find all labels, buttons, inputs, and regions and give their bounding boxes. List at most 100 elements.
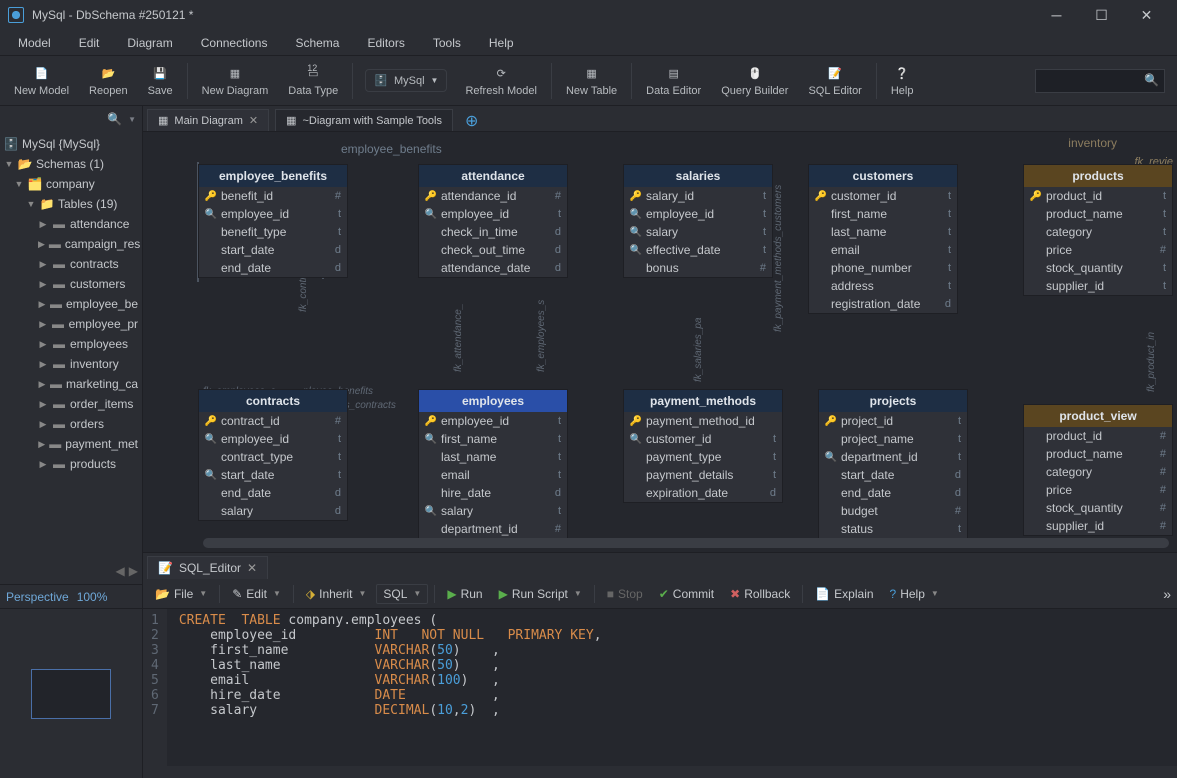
inherit-dropdown[interactable]: ⬗Inherit▼ [300,584,373,604]
table-customers[interactable]: customers 🔑 customer_id t first_name t l… [808,164,958,314]
code-area[interactable]: CREATE TABLE company.employees ( employe… [167,609,614,766]
scroll-right-icon[interactable]: ▶ [129,564,138,584]
menu-help[interactable]: Help [475,32,528,54]
more-icon[interactable]: » [1163,586,1171,602]
commit-button[interactable]: ✔Commit [653,584,720,604]
new-diagram-button[interactable]: ▦ New Diagram [192,63,279,99]
table-column[interactable]: 🔍 department_id t [819,448,967,466]
edit-dropdown[interactable]: ✎Edit▼ [226,584,287,604]
table-column[interactable]: product_name # [1024,445,1172,463]
sql-editor-button[interactable]: 📝 SQL Editor [798,63,871,99]
diagram-canvas[interactable]: employee_benefits inventory fk_revie [143,132,1177,552]
table-column[interactable]: 🔍 salary t [624,223,772,241]
add-tab-icon[interactable]: ⊕ [465,111,478,131]
table-column[interactable]: 🔍 employee_id t [199,205,347,223]
table-column[interactable]: 🔑 benefit_id # [199,187,347,205]
table-column[interactable]: end_date d [819,484,967,502]
table-salaries[interactable]: salaries 🔑 salary_id t 🔍 employee_id t 🔍… [623,164,773,278]
table-column[interactable]: first_name t [809,205,957,223]
table-column[interactable]: 🔑 customer_id t [809,187,957,205]
table-column[interactable]: expiration_date d [624,484,782,502]
table-column[interactable]: 🔍 employee_id t [199,430,347,448]
table-column[interactable]: phone_number t [809,259,957,277]
table-column[interactable]: department_id # [419,520,567,538]
table-attendance[interactable]: attendance 🔑 attendance_id # 🔍 employee_… [418,164,568,278]
tree-table-item[interactable]: ▶ ▬ campaign_res [0,234,142,254]
chevron-down-icon[interactable]: ▼ [128,115,136,124]
table-column[interactable]: 🔑 payment_method_id [624,412,782,430]
table-column[interactable]: attendance_date d [419,259,567,277]
sql-editor[interactable]: 1234567 CREATE TABLE company.employees (… [143,609,1177,766]
table-column[interactable]: 🔍 employee_id t [419,205,567,223]
close-button[interactable]: ✕ [1124,0,1169,30]
table-column[interactable]: 🔑 salary_id t [624,187,772,205]
table-column[interactable]: 🔑 product_id t [1024,187,1172,205]
mysql-dropdown[interactable]: 🗄️ MySql ▼ [365,69,447,92]
table-column[interactable]: contract_type t [199,448,347,466]
table-products[interactable]: products 🔑 product_id t product_name t c… [1023,164,1173,296]
table-column[interactable]: stock_quantity t [1024,259,1172,277]
menu-edit[interactable]: Edit [65,32,114,54]
table-column[interactable]: 🔑 employee_id t [419,412,567,430]
tab-main-diagram[interactable]: ▦ Main Diagram ✕ [147,109,269,131]
table-column[interactable]: 🔍 employee_id t [624,205,772,223]
table-column[interactable]: start_date d [819,466,967,484]
table-column[interactable]: stock_quantity # [1024,499,1172,517]
table-column[interactable]: salary d [199,502,347,520]
run-button[interactable]: ▶Run [441,584,488,604]
data-type-button[interactable]: ▭12 Data Type [278,63,348,99]
menu-diagram[interactable]: Diagram [113,32,186,54]
table-column[interactable]: check_in_time d [419,223,567,241]
save-button[interactable]: 💾 Save [138,63,183,99]
tab-sql-editor[interactable]: 📝 SQL_Editor ✕ [147,556,268,579]
table-column[interactable]: end_date d [199,259,347,277]
menu-schema[interactable]: Schema [281,32,353,54]
table-column[interactable]: end_date d [199,484,347,502]
close-icon[interactable]: ✕ [249,114,258,127]
sql-scrollbar[interactable] [143,766,1177,778]
tree-table-item[interactable]: ▶ ▬ payment_met [0,434,142,454]
table-column[interactable]: address t [809,277,957,295]
tree-table-item[interactable]: ▶ ▬ attendance [0,214,142,234]
tree-table-item[interactable]: ▶ ▬ employee_pr [0,314,142,334]
search-icon[interactable]: 🔍 [107,112,122,126]
table-column[interactable]: supplier_id t [1024,277,1172,295]
file-dropdown[interactable]: 📂File▼ [149,584,213,604]
table-employee-benefits[interactable]: employee_benefits 🔑 benefit_id # 🔍 emplo… [198,164,348,278]
stop-button[interactable]: ■Stop [601,584,649,604]
tree-table-item[interactable]: ▶ ▬ order_items [0,394,142,414]
tree-company[interactable]: ▼ 🗂️ company [0,174,142,194]
sql-dropdown[interactable]: SQL▼ [376,584,428,604]
table-column[interactable]: status t [819,520,967,538]
table-column[interactable]: email t [809,241,957,259]
menu-model[interactable]: Model [4,32,65,54]
table-column[interactable]: 🔑 project_id t [819,412,967,430]
table-column[interactable]: project_name t [819,430,967,448]
rollback-button[interactable]: ✖Rollback [724,584,796,604]
table-column[interactable]: product_name t [1024,205,1172,223]
tree-table-item[interactable]: ▶ ▬ customers [0,274,142,294]
minimap[interactable] [0,608,142,778]
tree-root[interactable]: 🗄️ MySql {MySql} [0,134,142,154]
explain-button[interactable]: 📄Explain [809,584,879,604]
table-product-view[interactable]: product_view product_id # product_name #… [1023,404,1173,536]
tree-table-item[interactable]: ▶ ▬ marketing_ca [0,374,142,394]
table-column[interactable]: check_out_time d [419,241,567,259]
table-column[interactable]: 🔑 attendance_id # [419,187,567,205]
table-column[interactable]: payment_details t [624,466,782,484]
table-column[interactable]: product_id # [1024,427,1172,445]
menu-tools[interactable]: Tools [419,32,475,54]
minimize-button[interactable]: ─ [1034,0,1079,30]
new-model-button[interactable]: 📄 New Model [4,63,79,99]
table-column[interactable]: 🔑 contract_id # [199,412,347,430]
new-table-button[interactable]: ▦ New Table [556,63,627,99]
table-employees[interactable]: employees 🔑 employee_id t 🔍 first_name t… [418,389,568,539]
table-contracts[interactable]: contracts 🔑 contract_id # 🔍 employee_id … [198,389,348,521]
table-column[interactable]: registration_date d [809,295,957,313]
table-column[interactable]: 🔍 customer_id t [624,430,782,448]
table-column[interactable]: 🔍 start_date t [199,466,347,484]
run-script-button[interactable]: ▶Run Script▼ [493,584,588,604]
table-projects[interactable]: projects 🔑 project_id t project_name t 🔍… [818,389,968,539]
menu-editors[interactable]: Editors [353,32,418,54]
help-button[interactable]: ❔ Help [881,63,924,99]
